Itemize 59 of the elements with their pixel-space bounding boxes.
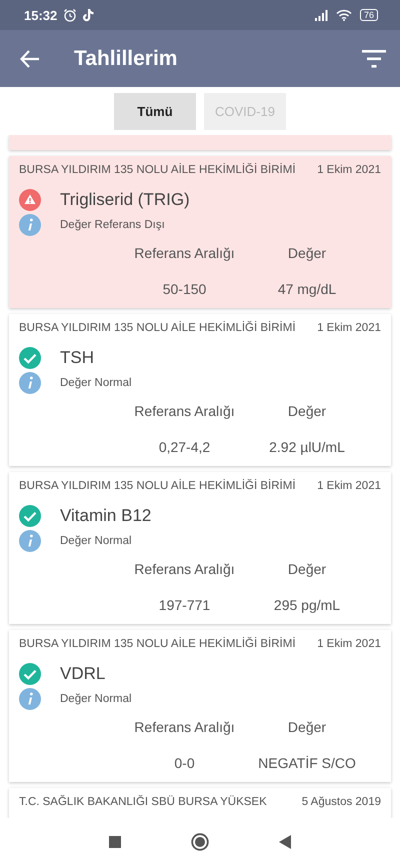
- result-value: 2.92 µlU/mL: [268, 439, 346, 455]
- test-name: TSH: [60, 348, 94, 368]
- signal-icon: [314, 9, 330, 21]
- hospital-name: T.C. SAĞLIK BAKANLIĞI SBÜ BURSA YÜKSEK: [19, 796, 267, 810]
- result-card[interactable]: BURSA YILDIRIM 135 NOLU AİLE HEKİMLİĞİ BİRİMİ 1 Ekim 2021 TSH Değer Normal Referans Aralığı Değer 0,27-4,2 2.92 µlU/mL: [9, 314, 391, 466]
- reference-range: 0-0: [173, 755, 196, 771]
- filter-tab[interactable]: Tümü: [114, 92, 196, 130]
- back-arrow-icon[interactable]: [20, 50, 40, 68]
- result-note: Değer Normal: [60, 377, 132, 389]
- column-header: Değer: [286, 719, 328, 737]
- back-button[interactable]: [279, 835, 291, 849]
- alarm-clock-icon: [63, 8, 78, 22]
- reference-range: 197-771: [158, 597, 212, 613]
- column-header: Referans Aralığı: [133, 561, 236, 579]
- check-icon: [19, 347, 41, 369]
- result-date: 1 Ekim 2021: [317, 322, 381, 336]
- test-name: VDRL: [60, 664, 106, 684]
- test-name: Vitamin B12: [60, 506, 152, 526]
- reference-range: 0,27-4,2: [158, 439, 212, 455]
- clock-time: 15:32: [24, 8, 58, 22]
- result-date: 5 Ağustos 2019: [302, 796, 381, 810]
- column-header: Referans Aralığı: [133, 719, 236, 737]
- info-icon[interactable]: [19, 688, 41, 710]
- battery-indicator: 76: [360, 9, 378, 21]
- column-header: Değer: [286, 245, 328, 263]
- check-icon: [19, 505, 41, 527]
- music-note-icon: [83, 8, 94, 22]
- info-icon[interactable]: [19, 372, 41, 394]
- hospital-name: BURSA YILDIRIM 135 NOLU AİLE HEKİMLİĞİ BİRİMİ: [19, 322, 296, 336]
- hospital-name: BURSA YILDIRIM 135 NOLU AİLE HEKİMLİĞİ BİRİMİ: [19, 638, 296, 652]
- result-value: 47 mg/dL: [276, 281, 338, 297]
- result-card[interactable]: BURSA YILDIRIM 135 NOLU AİLE HEKİMLİĞİ BİRİMİ 1 Ekim 2021 Trigliserid (TRIG) Değer Referans Dışı Referans Aralığı Değer 50-150 47 mg/dL: [9, 156, 391, 308]
- hospital-name: BURSA YILDIRIM 135 NOLU AİLE HEKİMLİĞİ BİRİMİ: [19, 164, 296, 178]
- result-card[interactable]: BURSA YILDIRIM 135 NOLU AİLE HEKİMLİĞİ BİRİMİ 1 Ekim 2021 Vitamin B12 Değer Normal Referans Aralığı Değer 197-771 295 pg/mL: [9, 472, 391, 624]
- result-value: 295 pg/mL: [272, 597, 342, 613]
- column-header: Değer: [286, 403, 328, 421]
- result-value: NEGATİF S/CO: [257, 755, 357, 771]
- result-date: 1 Ekim 2021: [317, 164, 381, 178]
- test-name: Trigliserid (TRIG): [60, 190, 190, 210]
- result-card[interactable]: BURSA YILDIRIM 135 NOLU AİLE HEKİMLİĞİ BİRİMİ 1 Ekim 2021 VDRL Değer Normal Referans Aralığı Değer 0-0 NEGATİF S/CO: [9, 630, 391, 782]
- page-title: Tahlillerim: [74, 46, 178, 70]
- info-icon[interactable]: [19, 530, 41, 552]
- check-icon: [19, 663, 41, 685]
- result-note: Değer Normal: [60, 535, 132, 547]
- filter-icon[interactable]: [362, 50, 386, 68]
- result-note: Değer Normal: [60, 693, 132, 705]
- result-note: Değer Referans Dışı: [60, 219, 165, 231]
- result-card[interactable]: T.C. SAĞLIK BAKANLIĞI SBÜ BURSA YÜKSEK 5 Ağustos 2019: [9, 788, 391, 818]
- info-icon[interactable]: [19, 214, 41, 236]
- warning-icon: [19, 189, 41, 211]
- wifi-icon: [336, 9, 352, 21]
- home-button[interactable]: [191, 833, 209, 851]
- column-header: Referans Aralığı: [133, 245, 236, 263]
- result-date: 1 Ekim 2021: [317, 638, 381, 652]
- hospital-name: BURSA YILDIRIM 135 NOLU AİLE HEKİMLİĞİ BİRİMİ: [19, 480, 296, 494]
- result-date: 1 Ekim 2021: [317, 480, 381, 494]
- reference-range: 50-150: [162, 281, 208, 297]
- column-header: Değer: [286, 561, 328, 579]
- column-header: Referans Aralığı: [133, 403, 236, 421]
